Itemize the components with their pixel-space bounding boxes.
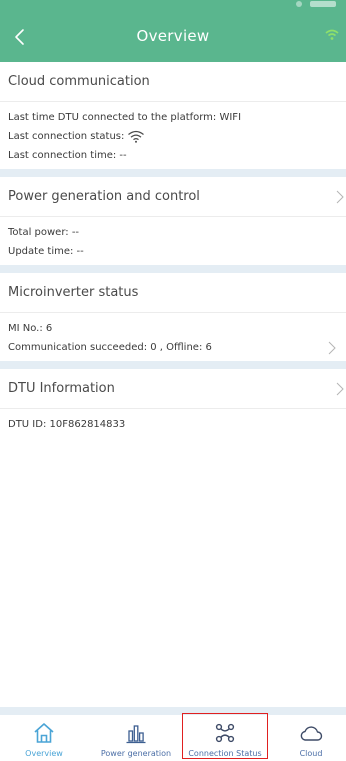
microinverter-status-section[interactable]: Microinverter status MI No.: 6 Communica… <box>0 273 346 361</box>
tab-power-generation[interactable]: Power generation <box>92 715 180 761</box>
battery-icon <box>310 1 336 7</box>
tab-cloud[interactable]: Cloud <box>276 715 346 761</box>
chevron-right-icon <box>336 382 344 395</box>
tab-label: Cloud <box>299 749 323 758</box>
info-line-communication[interactable]: Communication succeeded: 0 , Offline: 6 <box>8 338 338 357</box>
section-info: Total power: -- Update time: -- <box>0 217 346 265</box>
section-title: Microinverter status <box>0 273 346 313</box>
tab-label: Power generation <box>100 749 172 758</box>
info-line-connection-status: Last connection status: <box>8 127 338 146</box>
info-line-update-time: Update time: -- <box>8 246 84 257</box>
section-title[interactable]: DTU Information <box>0 369 346 409</box>
status-dot-icon <box>296 1 302 7</box>
tab-overview[interactable]: Overview <box>4 715 84 761</box>
section-info: Last time DTU connected to the platform:… <box>0 102 346 169</box>
section-separator <box>0 265 346 273</box>
section-info: MI No.: 6 Communication succeeded: 0 , O… <box>0 313 346 361</box>
screen: Overview Cloud communication Last time D… <box>0 0 346 761</box>
section-title: Cloud communication <box>0 62 346 102</box>
info-line-dtu-id: DTU ID: 10F862814833 <box>8 419 126 430</box>
info-line-connection-time: Last connection time: -- <box>8 150 127 161</box>
wifi-icon <box>128 130 145 143</box>
section-separator <box>0 169 346 177</box>
info-line-total-power: Total power: -- <box>8 227 80 238</box>
bar-chart-icon <box>126 725 146 744</box>
dtu-information-section[interactable]: DTU Information DTU ID: 10F862814833 <box>0 369 346 438</box>
tab-label: Overview <box>25 749 63 758</box>
highlight-box <box>182 713 268 759</box>
wifi-signal-icon[interactable] <box>324 29 340 41</box>
status-bar <box>0 0 346 12</box>
chevron-right-icon <box>336 190 344 203</box>
tabbar-separator <box>0 707 346 715</box>
section-info: DTU ID: 10F862814833 <box>0 409 346 438</box>
info-line-connected-via: Last time DTU connected to the platform:… <box>8 112 242 123</box>
power-generation-section[interactable]: Power generation and control Total power… <box>0 177 346 265</box>
section-separator <box>0 361 346 369</box>
page-title: Overview <box>136 27 210 45</box>
app-header: Overview <box>0 0 346 62</box>
home-icon <box>34 723 54 743</box>
overview-content: Cloud communication Last time DTU connec… <box>0 62 346 438</box>
cloud-icon <box>300 726 323 741</box>
info-line-mi-number: MI No.: 6 <box>8 323 53 334</box>
chevron-right-icon <box>328 341 336 354</box>
section-title[interactable]: Power generation and control <box>0 177 346 217</box>
cloud-communication-section: Cloud communication Last time DTU connec… <box>0 62 346 169</box>
bottom-tab-bar: Overview Power generation Connection Sta… <box>0 715 346 761</box>
